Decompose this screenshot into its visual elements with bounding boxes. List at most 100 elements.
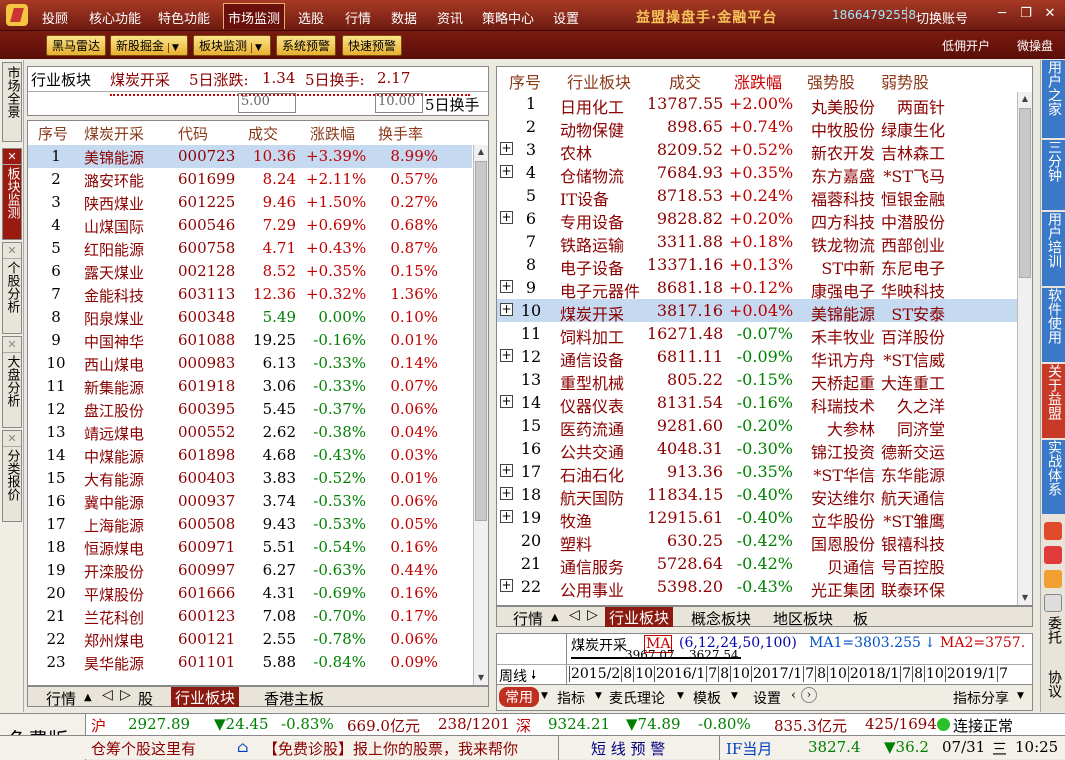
table-row[interactable]: 5 IT设备 8718.53 +0.24% 福蓉科技 恒银金融 (497, 184, 1017, 209)
tab-index-analysis[interactable]: ✕ 大盘分析 (2, 336, 22, 428)
minimize-icon[interactable]: ─ (992, 6, 1012, 24)
tab-quotes[interactable]: 行情 (46, 688, 76, 709)
indicator-share-menu[interactable]: 指标分享 (953, 688, 1009, 708)
low-commission-link[interactable]: 低佣开户 (942, 37, 990, 54)
table-row[interactable]: 8 阳泉煤业 600348 5.49 0.00% 0.10% (28, 306, 472, 329)
home-icon[interactable]: ⌂ (237, 738, 248, 756)
table-row[interactable]: 20 塑料 630.25 -0.42% 国恩股份 银禧科技 (497, 529, 1017, 554)
col-change[interactable]: 涨跌幅 (734, 69, 782, 93)
table-row[interactable]: 21 兰花科创 600123 7.08 -0.70% 0.17% (28, 605, 472, 628)
tab-industry-sector[interactable]: 行业板块 (605, 607, 674, 627)
tab-industry-sector[interactable]: 行业板块 (171, 687, 240, 707)
chevron-down-icon[interactable]: ▼ (677, 691, 684, 701)
col-weak[interactable]: 弱势股 (881, 69, 929, 93)
stock-table-scrollbar[interactable]: ▲ ▼ (473, 145, 488, 685)
table-row[interactable]: +9 电子元器件 8681.18 +0.12% 康强电子 华映科技 (497, 276, 1017, 301)
table-row[interactable]: +19 牧渔 12915.61 -0.40% 立华股份 *ST雏鹰 (497, 506, 1017, 531)
tab-region-sector[interactable]: 地区板块 (773, 608, 833, 629)
chevron-down-icon[interactable]: ▼ (251, 43, 265, 53)
system-alert-button[interactable]: 系统预警 (276, 35, 337, 56)
menu-item-stock-select[interactable]: 选股 (298, 8, 324, 27)
table-row[interactable]: 10 西山煤电 000983 6.13 -0.33% 0.14% (28, 352, 472, 375)
table-row[interactable]: 3 陕西煤业 601225 9.46 +1.50% 0.27% (28, 191, 472, 214)
menu-item-news[interactable]: 资讯 (437, 8, 463, 27)
table-row[interactable]: 2 潞安环能 601699 8.24 +2.11% 0.57% (28, 168, 472, 191)
chevron-down-icon[interactable]: ▼ (1017, 691, 1024, 701)
mai-theory-menu[interactable]: 麦氏理论 (609, 688, 665, 708)
table-row[interactable]: 15 大有能源 600403 3.83 -0.52% 0.01% (28, 467, 472, 490)
tab-prev-icon[interactable]: ◁ (102, 687, 113, 703)
menu-item-market-monitor[interactable]: 市场监测 (223, 3, 286, 29)
table-row[interactable]: 7 铁路运输 3311.88 +0.18% 铁龙物流 西部创业 (497, 230, 1017, 255)
close-icon[interactable]: ✕ (3, 431, 21, 447)
expand-plus-icon[interactable]: + (500, 395, 513, 408)
table-row[interactable]: +3 农林 8209.52 +0.52% 新农开发 吉林森工 (497, 138, 1017, 163)
scroll-up-icon[interactable]: ▲ (474, 145, 488, 159)
expand-plus-icon[interactable]: + (500, 349, 513, 362)
table-row[interactable]: 9 中国神华 601088 19.25 -0.16% 0.01% (28, 329, 472, 352)
table-row[interactable]: +22 公用事业 5398.20 -0.43% 光正集团 联泰环保 (497, 575, 1017, 600)
tab-user-training[interactable]: 用户培训 (1042, 212, 1065, 286)
settings-menu[interactable]: 设置 (753, 688, 781, 708)
close-icon[interactable]: ✕ (3, 243, 21, 259)
tab-stocks[interactable]: 股 (138, 688, 153, 709)
period-label[interactable]: 周线 (499, 666, 527, 686)
menu-item-data[interactable]: 数据 (391, 8, 417, 27)
table-row[interactable]: 19 开滦股份 600997 6.27 -0.63% 0.44% (28, 559, 472, 582)
close-icon[interactable]: ✕ (3, 337, 21, 353)
col-price[interactable]: 成交 (248, 123, 278, 144)
menu-item-settings[interactable]: 设置 (553, 8, 579, 27)
table-row[interactable]: 4 山煤国际 600546 7.29 +0.69% 0.68% (28, 214, 472, 237)
table-row[interactable]: 20 平煤股份 601666 4.31 -0.69% 0.16% (28, 582, 472, 605)
table-row[interactable]: 7 金能科技 603113 12.36 +0.32% 1.36% (28, 283, 472, 306)
table-row[interactable]: 1 日用化工 13787.55 +2.00% 丸美股份 两面针 (497, 92, 1017, 117)
maximize-icon[interactable]: ❐ (1016, 6, 1036, 24)
col-code[interactable]: 代码 (178, 123, 208, 144)
sector-table-scrollbar[interactable]: ▲ ▼ (1017, 92, 1032, 605)
ticker-text[interactable]: 仓筹个股这里有 (91, 738, 196, 759)
expand-plus-icon[interactable]: + (500, 211, 513, 224)
expand-plus-icon[interactable]: + (500, 165, 513, 178)
tab-quotes[interactable]: 行情 (513, 608, 543, 629)
col-name[interactable]: 煤炭开采 (84, 123, 144, 144)
col-sector[interactable]: 行业板块 (567, 69, 631, 93)
expand-plus-icon[interactable]: + (500, 280, 513, 293)
micro-trade-link[interactable]: 微操盘 (1017, 37, 1053, 54)
table-row[interactable]: 16 公共交通 4048.31 -0.30% 锦江投资 德新交运 (497, 437, 1017, 462)
indicator-menu[interactable]: 指标 (557, 688, 585, 708)
tab-entrust[interactable]: 委托 (1042, 616, 1065, 658)
col-volume[interactable]: 成交 (669, 69, 701, 93)
table-row[interactable]: +12 通信设备 6811.11 -0.09% 华讯方舟 *ST信威 (497, 345, 1017, 370)
tab-prev-icon[interactable]: ◁ (569, 607, 580, 623)
prev-arrow-icon[interactable]: ‹ (791, 688, 796, 703)
scroll-up-icon[interactable]: ▲ (1018, 92, 1032, 106)
tab-stock-analysis[interactable]: ✕ 个股分析 (2, 242, 22, 334)
table-row[interactable]: 14 中煤能源 601898 4.68 -0.43% 0.03% (28, 444, 472, 467)
col-change[interactable]: 涨跌幅 (310, 123, 355, 144)
tab-next-icon[interactable]: ▷ (587, 607, 598, 623)
scroll-down-icon[interactable]: ▼ (1018, 591, 1032, 605)
tab-hk-main[interactable]: 香港主板 (264, 688, 324, 709)
tab-user-home[interactable]: 用户之家 (1042, 60, 1065, 138)
qq-icon[interactable] (1044, 570, 1062, 588)
chevron-down-icon[interactable]: ▼ (541, 691, 548, 701)
dark-horse-radar-button[interactable]: 黑马雷达 (46, 35, 107, 56)
col-turnover[interactable]: 换手率 (378, 123, 423, 144)
table-row[interactable]: 16 冀中能源 000937 3.74 -0.53% 0.06% (28, 490, 472, 513)
table-row[interactable]: 13 重型机械 805.22 -0.15% 天桥起重 大连重工 (497, 368, 1017, 393)
table-row[interactable]: 2 动物保健 898.65 +0.74% 中牧股份 绿康生化 (497, 115, 1017, 140)
chevron-down-icon[interactable]: ▼ (595, 691, 602, 701)
next-arrow-icon[interactable]: › (801, 687, 817, 703)
table-row[interactable]: +4 仓储物流 7684.93 +0.35% 东方嘉盛 *ST飞马 (497, 161, 1017, 186)
col-index[interactable]: 序号 (38, 123, 68, 144)
scroll-thumb[interactable] (475, 161, 487, 521)
tab-practice-system[interactable]: 实战体系 (1042, 440, 1065, 514)
common-button[interactable]: 常用 (499, 687, 539, 707)
mail-icon[interactable] (1044, 594, 1062, 612)
table-row[interactable]: 5 红阳能源 600758 4.71 +0.43% 0.87% (28, 237, 472, 260)
expand-plus-icon[interactable]: + (500, 303, 513, 316)
new-stock-button[interactable]: 新股掘金 ▼ (110, 35, 189, 56)
tab-category-quotes[interactable]: ✕ 分类报价 (2, 430, 22, 522)
table-row[interactable]: 1 美锦能源 000723 10.36 +3.39% 8.99% (28, 145, 472, 168)
tab-software-usage[interactable]: 软件使用 (1042, 288, 1065, 362)
